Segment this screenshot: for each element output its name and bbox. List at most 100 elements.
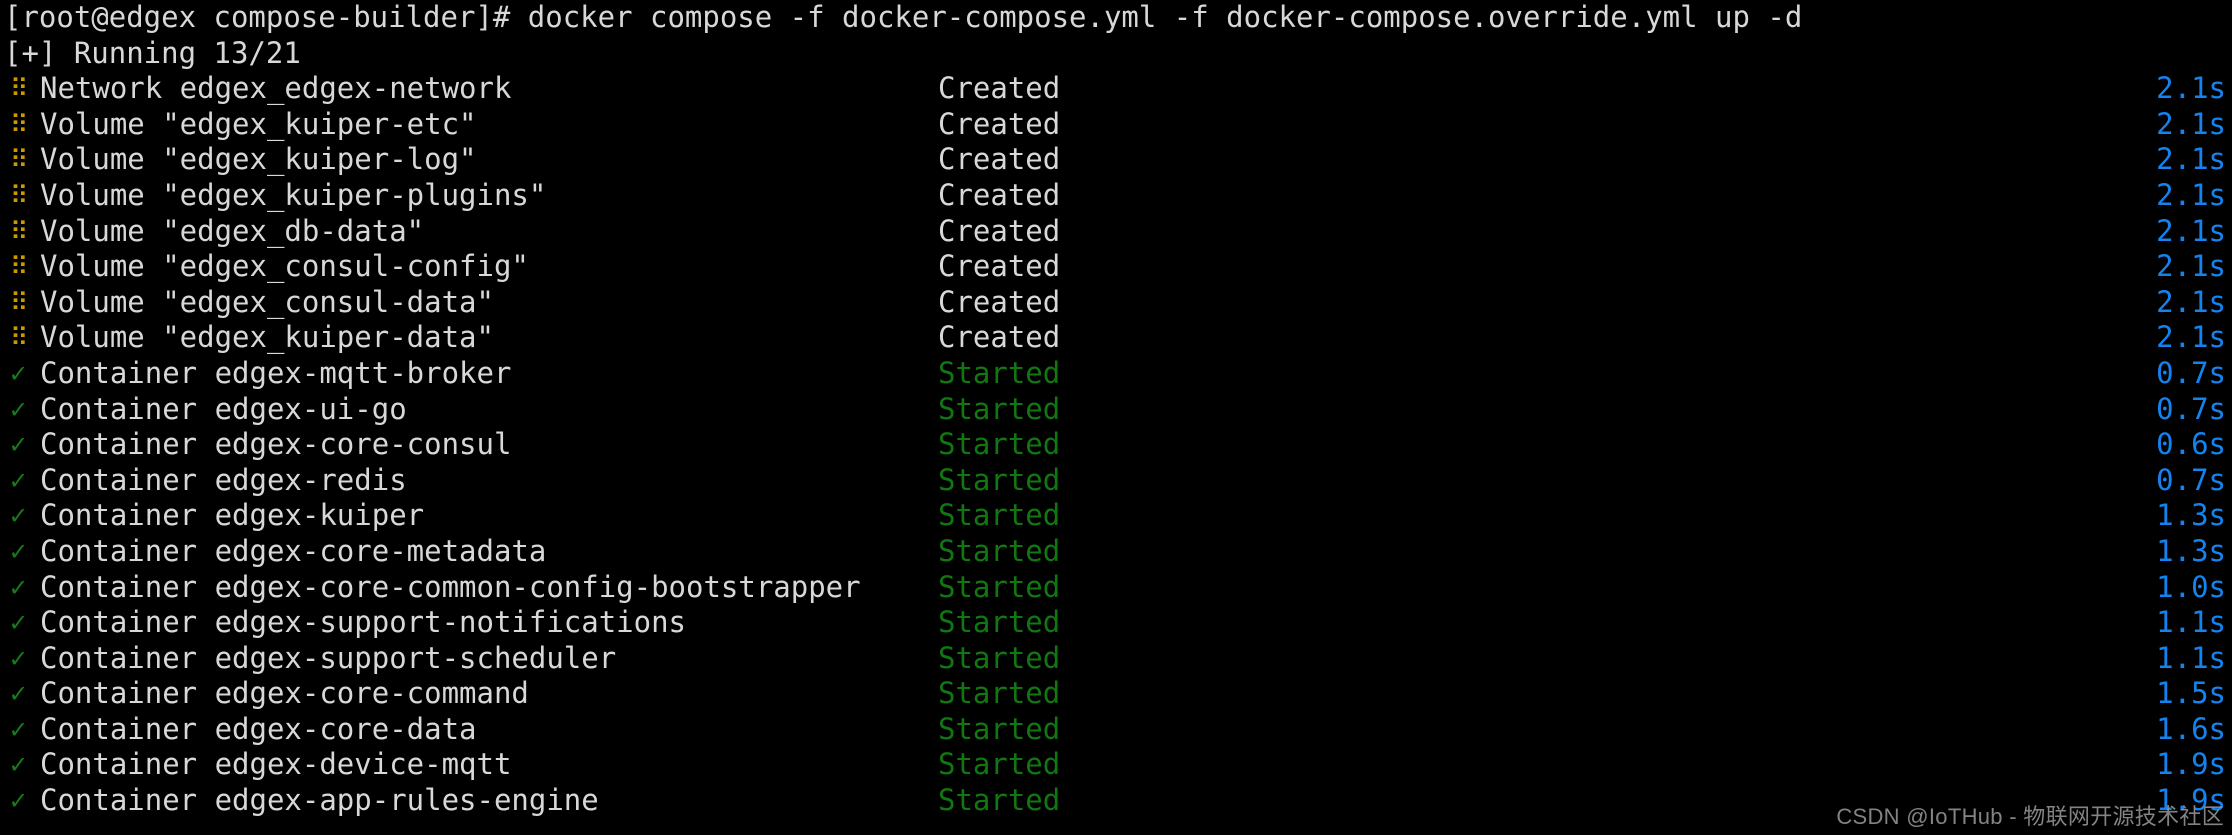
resource-status: Started xyxy=(938,640,1061,675)
status-check-icon: ✓ xyxy=(10,535,27,567)
status-check-icon: ✓ xyxy=(10,607,27,639)
resource-elapsed-time: 0.7s xyxy=(2156,391,2226,426)
resource-status: Created xyxy=(938,142,1061,177)
compose-status-row: ✓ Container edgex-device-mqtt Started 1.9s xyxy=(4,747,2232,783)
status-pending-icon: ⠿ xyxy=(10,74,29,104)
resource-label: Container edgex-core-metadata xyxy=(40,533,547,568)
resource-elapsed-time: 1.3s xyxy=(2156,498,2226,533)
resource-status: Started xyxy=(938,747,1061,782)
resource-elapsed-time: 2.1s xyxy=(2156,71,2226,106)
compose-status-row: ✓ Container edgex-redis Started 0.7s xyxy=(4,463,2232,499)
resource-label: Container edgex-support-notifications xyxy=(40,605,687,640)
resource-elapsed-time: 1.9s xyxy=(2156,783,2226,818)
resource-label: Network edgex_edgex-network xyxy=(40,71,512,106)
resource-status: Started xyxy=(938,676,1061,711)
compose-status-row: ✓ Container edgex-mqtt-broker Started 0.7s xyxy=(4,356,2232,392)
compose-status-row: ✓ Container edgex-core-metadata Started 1.3… xyxy=(4,534,2232,570)
resource-label: Container edgex-kuiper xyxy=(40,498,425,533)
resource-status: Started xyxy=(938,711,1061,746)
status-pending-icon: ⠿ xyxy=(10,287,29,317)
resource-elapsed-time: 2.1s xyxy=(2156,106,2226,141)
resource-label: Volume "edgex_kuiper-data" xyxy=(40,320,494,355)
resource-elapsed-time: 0.7s xyxy=(2156,355,2226,390)
resource-elapsed-time: 2.1s xyxy=(2156,284,2226,319)
status-check-icon: ✓ xyxy=(10,713,27,745)
status-pending-icon: ⠿ xyxy=(10,252,29,282)
status-check-icon: ✓ xyxy=(10,357,27,389)
compose-status-row: ⠿ Network edgex_edgex-network Created 2.1s xyxy=(4,71,2232,107)
resource-elapsed-time: 0.6s xyxy=(2156,427,2226,462)
resource-label: Container edgex-core-command xyxy=(40,676,529,711)
compose-status-row: ✓ Container edgex-support-notifications St… xyxy=(4,605,2232,641)
resource-status: Started xyxy=(938,355,1061,390)
resource-label: Container edgex-ui-go xyxy=(40,391,407,426)
resource-elapsed-time: 1.0s xyxy=(2156,569,2226,604)
compose-status-row: ⠿ Volume "edgex_kuiper-etc" Created 2.1s xyxy=(4,107,2232,143)
status-check-icon: ✓ xyxy=(10,429,27,461)
status-check-icon: ✓ xyxy=(10,678,27,710)
status-check-icon: ✓ xyxy=(10,500,27,532)
resource-elapsed-time: 2.1s xyxy=(2156,249,2226,284)
resource-label: Container edgex-core-consul xyxy=(40,427,512,462)
compose-status-row: ⠿ Volume "edgex_consul-data" Created 2.1s xyxy=(4,285,2232,321)
resource-elapsed-time: 1.1s xyxy=(2156,640,2226,675)
status-check-icon: ✓ xyxy=(10,393,27,425)
terminal-window[interactable]: [root@edgex compose-builder]# docker com… xyxy=(0,0,2232,835)
resource-elapsed-time: 1.9s xyxy=(2156,747,2226,782)
resource-label: Container edgex-redis xyxy=(40,462,407,497)
resource-status: Created xyxy=(938,249,1061,284)
resource-status: Started xyxy=(938,498,1061,533)
resource-label: Volume "edgex_kuiper-plugins" xyxy=(40,177,547,212)
resource-label: Container edgex-app-rules-engine xyxy=(40,783,599,818)
resource-elapsed-time: 1.6s xyxy=(2156,711,2226,746)
resource-label: Volume "edgex_kuiper-log" xyxy=(40,142,477,177)
compose-status-rows: ⠿ Network edgex_edgex-network Created 2.1s ⠿… xyxy=(4,71,2232,818)
resource-status: Created xyxy=(938,213,1061,248)
compose-status-row: ✓ Container edgex-core-data Started 1.6s xyxy=(4,712,2232,748)
status-pending-icon: ⠿ xyxy=(10,145,29,175)
resource-label: Container edgex-device-mqtt xyxy=(40,747,512,782)
resource-elapsed-time: 1.3s xyxy=(2156,533,2226,568)
resource-status: Started xyxy=(938,427,1061,462)
resource-label: Volume "edgex_consul-config" xyxy=(40,249,529,284)
resource-label: Container edgex-support-scheduler xyxy=(40,640,617,675)
progress-summary-line: [+] Running 13/21 xyxy=(4,35,301,70)
resource-elapsed-time: 2.1s xyxy=(2156,320,2226,355)
resource-elapsed-time: 2.1s xyxy=(2156,213,2226,248)
resource-status: Started xyxy=(938,569,1061,604)
prompt-command-line: [root@edgex compose-builder]# docker com… xyxy=(4,0,1803,34)
resource-status: Started xyxy=(938,462,1061,497)
resource-elapsed-time: 2.1s xyxy=(2156,177,2226,212)
resource-status: Started xyxy=(938,605,1061,640)
resource-label: Container edgex-core-common-config-boots… xyxy=(40,569,861,604)
compose-status-row: ✓ Container edgex-core-consul Started 0.6s xyxy=(4,427,2232,463)
resource-status: Created xyxy=(938,71,1061,106)
resource-elapsed-time: 1.1s xyxy=(2156,605,2226,640)
compose-status-row: ✓ Container edgex-core-command Started 1.5s xyxy=(4,676,2232,712)
compose-status-row: ✓ Container edgex-support-scheduler Starte… xyxy=(4,641,2232,677)
resource-label: Volume "edgex_db-data" xyxy=(40,213,425,248)
status-pending-icon: ⠿ xyxy=(10,180,29,210)
resource-status: Started xyxy=(938,783,1061,818)
compose-status-row: ⠿ Volume "edgex_kuiper-data" Created 2.1s xyxy=(4,320,2232,356)
status-check-icon: ✓ xyxy=(10,785,27,817)
resource-status: Created xyxy=(938,106,1061,141)
status-check-icon: ✓ xyxy=(10,464,27,496)
compose-status-row: ⠿ Volume "edgex_consul-config" Created 2.1s xyxy=(4,249,2232,285)
resource-elapsed-time: 2.1s xyxy=(2156,142,2226,177)
compose-status-row: ✓ Container edgex-kuiper Started 1.3s xyxy=(4,498,2232,534)
resource-status: Started xyxy=(938,391,1061,426)
resource-label: Volume "edgex_kuiper-etc" xyxy=(40,106,477,141)
status-check-icon: ✓ xyxy=(10,749,27,781)
compose-status-row: ⠿ Volume "edgex_kuiper-log" Created 2.1s xyxy=(4,142,2232,178)
resource-label: Volume "edgex_consul-data" xyxy=(40,284,494,319)
resource-elapsed-time: 0.7s xyxy=(2156,462,2226,497)
resource-elapsed-time: 1.5s xyxy=(2156,676,2226,711)
resource-status: Created xyxy=(938,177,1061,212)
status-check-icon: ✓ xyxy=(10,571,27,603)
compose-status-row: ⠿ Volume "edgex_kuiper-plugins" Created 2.1… xyxy=(4,178,2232,214)
resource-status: Created xyxy=(938,320,1061,355)
status-check-icon: ✓ xyxy=(10,642,27,674)
compose-status-row: ⠿ Volume "edgex_db-data" Created 2.1s xyxy=(4,214,2232,250)
compose-status-row: ✓ Container edgex-ui-go Started 0.7s xyxy=(4,392,2232,428)
